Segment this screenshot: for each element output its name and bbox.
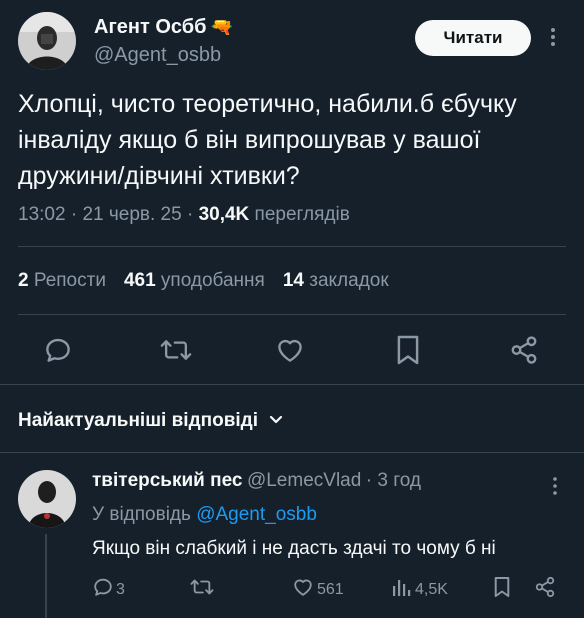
reposts-count: 2 (18, 270, 29, 291)
meta-separator: · (70, 204, 83, 225)
tweet-time[interactable]: 13:02 (18, 204, 66, 225)
reply-header: твітерський пес @LemecVlad · 3 год (92, 470, 421, 492)
chevron-down-icon (268, 411, 284, 432)
bookmarks-count: 14 (282, 270, 304, 291)
reply-action-repost[interactable] (190, 576, 214, 603)
reply-to-handle[interactable]: @Agent_osbb (196, 504, 317, 525)
author-emoji: 🔫 (210, 17, 233, 37)
author-handle[interactable]: @Agent_osbb (94, 44, 221, 67)
repost-icon[interactable] (160, 335, 192, 365)
likes-count: 461 (123, 270, 156, 291)
divider (18, 314, 566, 315)
reply-icon[interactable] (43, 335, 73, 365)
divider (0, 452, 584, 453)
bookmark-icon[interactable] (395, 334, 421, 366)
tweet-meta: 13:02 · 21 черв. 25 · 30,4K переглядів (18, 204, 350, 226)
replies-sort-label: Найактуальніші відповіді (18, 410, 259, 431)
reply-author-avatar[interactable] (18, 470, 76, 528)
bookmarks-label: закладок (309, 270, 389, 291)
reply-author-name[interactable]: твітерський пес (92, 470, 243, 491)
reply-more-options-icon[interactable] (550, 474, 560, 498)
reposts-stat[interactable]: 2 Репости (18, 270, 106, 292)
author-avatar[interactable] (18, 12, 76, 70)
views-label: переглядів (254, 204, 350, 225)
reply-like-count: 561 (317, 580, 344, 598)
share-icon[interactable] (509, 335, 539, 365)
views-chart-icon (392, 576, 412, 603)
thread-line (45, 534, 47, 618)
reply-to-prefix: У відповідь (92, 504, 191, 525)
reply-share-icon[interactable] (534, 576, 556, 603)
reply-action-reply[interactable]: 3 (92, 576, 125, 603)
divider (18, 246, 566, 247)
likes-stat[interactable]: 461 уподобання (124, 270, 265, 292)
replies-sort-toggle[interactable]: Найактуальніші відповіді (18, 410, 284, 432)
reply-time[interactable]: 3 год (377, 470, 421, 491)
likes-label: уподобання (160, 270, 265, 291)
reply-bookmark-icon[interactable] (493, 576, 511, 603)
tweet-text-line: Хлопці, чисто теоретично, набили.б єбучк… (18, 90, 517, 118)
meta-separator: · (186, 204, 199, 225)
engagement-stats: 2 Репости 461 уподобання 14 закладок (18, 270, 389, 292)
views-count: 30,4K (198, 204, 250, 225)
like-icon[interactable] (275, 335, 305, 365)
meta-separator: · (365, 470, 378, 491)
divider (0, 384, 584, 385)
reply-to-line: У відповідь @Agent_osbb (92, 504, 317, 526)
reply-action-views[interactable]: 4,5K (392, 576, 448, 603)
reply-text: Якщо він слабкий і не дасть здачі то чом… (92, 538, 496, 559)
reposts-label: Репости (33, 270, 106, 291)
reply-view-count: 4,5K (415, 580, 448, 598)
follow-button[interactable]: Читати (415, 20, 531, 56)
reply-icon (92, 576, 114, 603)
reply-action-like[interactable]: 561 (292, 576, 344, 603)
like-icon (292, 576, 314, 603)
reply-reply-count: 3 (116, 580, 125, 598)
tweet-text-line: інваліду якщо б він випрошував у вашої (18, 126, 481, 154)
repost-icon (190, 579, 214, 602)
bookmarks-stat[interactable]: 14 закладок (283, 270, 389, 292)
tweet-text-line: дружини/дівчині хтивки? (18, 162, 300, 190)
more-options-icon[interactable] (548, 24, 558, 52)
reply-author-handle[interactable]: @LemecVlad (247, 470, 361, 491)
tweet-text: Хлопці, чисто теоретично, набили.б єбучк… (18, 86, 578, 194)
author-name[interactable]: Агент Осбб (94, 16, 206, 39)
tweet-date[interactable]: 21 черв. 25 (82, 204, 181, 225)
author-name-row[interactable]: Агент Осбб 🔫 (94, 16, 233, 39)
